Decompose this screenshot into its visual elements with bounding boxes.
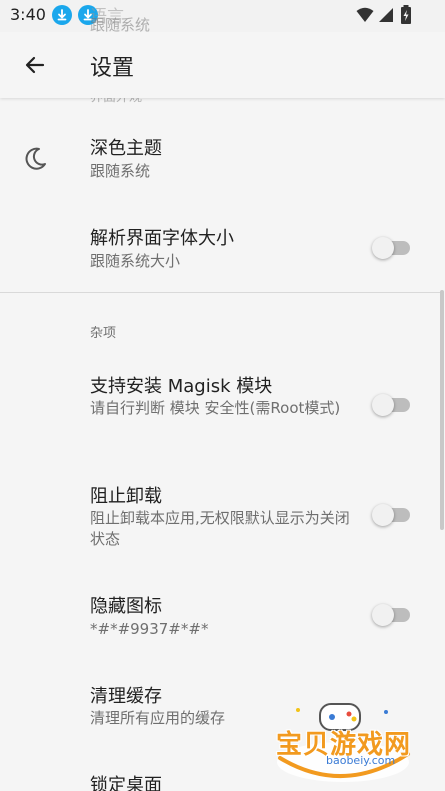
magisk-module-switch[interactable] bbox=[372, 393, 412, 417]
back-button[interactable] bbox=[14, 45, 56, 85]
scrolled-item-summary: 跟随系统 bbox=[90, 16, 151, 34]
setting-title: 阻止卸载 bbox=[90, 486, 162, 507]
section-header-misc: 杂项 bbox=[90, 326, 117, 341]
wifi-icon bbox=[356, 7, 374, 27]
battery-icon bbox=[400, 5, 412, 29]
signal-icon bbox=[378, 7, 394, 27]
hide-icon-switch[interactable] bbox=[372, 603, 412, 627]
setting-summary: 阻止卸载本应用,无权限默认显示为关闭状态 bbox=[90, 509, 350, 548]
setting-title: 隐藏图标 bbox=[90, 596, 162, 617]
setting-dark-theme[interactable]: 深色主题 跟随系统 bbox=[0, 118, 445, 208]
divider bbox=[0, 292, 440, 293]
setting-title: 解析界面字体大小 bbox=[90, 228, 234, 249]
setting-summary: 请自行判断 模块 安全性(需Root模式) bbox=[90, 399, 341, 417]
setting-title: 清理缓存 bbox=[90, 686, 162, 707]
setting-hide-icon[interactable]: 隐藏图标 *#*#9937#*#* bbox=[0, 572, 445, 666]
toolbar: 设置 bbox=[0, 32, 445, 98]
watermark-logo: 宝贝游戏网 baobeiy.com bbox=[268, 700, 418, 786]
page-title: 设置 bbox=[90, 56, 135, 81]
setting-magisk-module[interactable]: 支持安装 Magisk 模块 请自行判断 模块 安全性(需Root模式) bbox=[0, 352, 445, 464]
status-bar: 3:40 bbox=[0, 0, 445, 32]
setting-summary: 跟随系统 bbox=[90, 162, 151, 180]
setting-title: 深色主题 bbox=[90, 138, 162, 159]
setting-summary: *#*#9937#*#* bbox=[90, 620, 209, 638]
setting-title: 锁定桌面 bbox=[90, 775, 162, 791]
setting-prevent-uninstall[interactable]: 阻止卸载 阻止卸载本应用,无权限默认显示为关闭状态 bbox=[0, 464, 445, 572]
font-size-switch[interactable] bbox=[372, 236, 412, 260]
setting-title: 支持安装 Magisk 模块 bbox=[90, 376, 273, 397]
status-time: 3:40 bbox=[10, 5, 46, 24]
setting-summary: 跟随系统大小 bbox=[90, 252, 181, 270]
prevent-uninstall-switch[interactable] bbox=[372, 503, 412, 527]
setting-font-size[interactable]: 解析界面字体大小 跟随系统大小 bbox=[0, 208, 445, 292]
scrollbar[interactable] bbox=[440, 290, 444, 530]
download-icon bbox=[52, 5, 72, 25]
watermark-url: baobeiy.com bbox=[326, 754, 396, 767]
arrow-left-icon bbox=[25, 56, 45, 74]
moon-icon bbox=[22, 146, 48, 176]
